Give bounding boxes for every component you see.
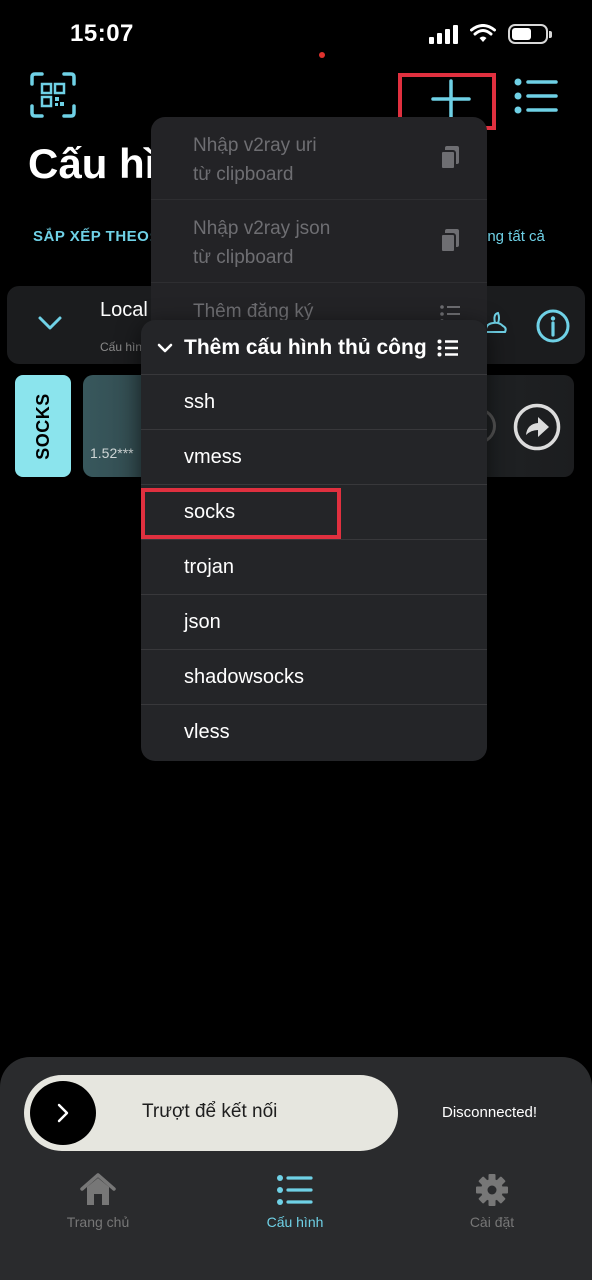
clipboard-icon (440, 146, 459, 170)
submenu-item-label: shadowsocks (184, 666, 305, 688)
status-icons (429, 24, 552, 44)
submenu-header[interactable]: Thêm cấu hình thủ công (141, 320, 487, 375)
menu-item-line2: từ clipboard (193, 247, 294, 268)
menu-item-line2: từ clipboard (193, 164, 294, 185)
menu-item-line1: Nhập v2ray json (193, 218, 331, 239)
group-subtitle: Cấu hìn (100, 340, 143, 354)
tab-label: Trang chủ (66, 1214, 130, 1230)
battery-icon (508, 24, 552, 44)
menu-button[interactable] (512, 76, 560, 116)
sort-label: SẮP XẾP THEO: (33, 228, 155, 245)
connection-status: Disconnected! (442, 1104, 538, 1121)
wifi-icon (470, 24, 496, 42)
config-address: 1.52*** (90, 445, 134, 461)
chevron-down-icon (157, 343, 173, 353)
list-icon (277, 1175, 313, 1205)
signal-icon (429, 24, 458, 44)
import-v2ray-uri-item[interactable]: Nhập v2ray uri từ clipboard (151, 117, 487, 200)
gear-icon (476, 1174, 508, 1206)
menu-item-line1: Nhập v2ray uri (193, 135, 317, 156)
submenu-item-vless[interactable]: vless (141, 705, 487, 760)
ping-all-link[interactable]: ing tất cả (484, 228, 545, 245)
submenu-item-label: vless (184, 721, 230, 743)
tab-label: Cấu hình (266, 1214, 324, 1230)
info-icon[interactable] (535, 308, 571, 344)
socks-highlight (141, 488, 341, 539)
submenu-item-ssh[interactable]: ssh (141, 375, 487, 430)
qr-scan-button[interactable] (30, 72, 76, 118)
submenu-item-label: vmess (184, 446, 242, 468)
chevron-right-icon (57, 1103, 69, 1123)
recording-dot (319, 52, 325, 58)
tab-home[interactable]: Trang chủ (28, 1172, 168, 1230)
share-button[interactable] (512, 402, 562, 452)
protocol-tag: SOCKS (15, 375, 71, 477)
submenu-item-label: json (184, 611, 221, 633)
menu-item-label: Thêm đăng ký (193, 301, 314, 322)
menu-list-icon (514, 78, 558, 114)
tab-settings[interactable]: Cài đặt (422, 1172, 562, 1230)
status-time: 15:07 (70, 20, 134, 47)
tab-config[interactable]: Cấu hình (225, 1172, 365, 1230)
submenu-title: Thêm cấu hình thủ công (184, 336, 427, 359)
submenu-item-vmess[interactable]: vmess (141, 430, 487, 485)
group-name: Local (100, 299, 148, 321)
import-v2ray-json-item[interactable]: Nhập v2ray json từ clipboard (151, 200, 487, 283)
protocol-label: SOCKS (32, 392, 53, 460)
home-icon (80, 1173, 116, 1205)
submenu-item-json[interactable]: json (141, 595, 487, 650)
submenu-item-label: trojan (184, 556, 235, 578)
chevron-down-icon[interactable] (35, 308, 65, 338)
list-icon (437, 339, 458, 357)
submenu-item-label: ssh (184, 391, 216, 413)
submenu-item-trojan[interactable]: trojan (141, 540, 487, 595)
manual-config-submenu: Thêm cấu hình thủ công ssh vmess socks t… (141, 320, 487, 761)
share-arrow-icon (513, 403, 561, 451)
slider-knob[interactable] (30, 1081, 96, 1145)
tab-label: Cài đặt (469, 1214, 515, 1230)
clipboard-icon (440, 229, 459, 253)
qr-code-icon (30, 72, 76, 118)
submenu-item-shadowsocks[interactable]: shadowsocks (141, 650, 487, 705)
slider-text: Trượt để kết nối (142, 1101, 278, 1122)
